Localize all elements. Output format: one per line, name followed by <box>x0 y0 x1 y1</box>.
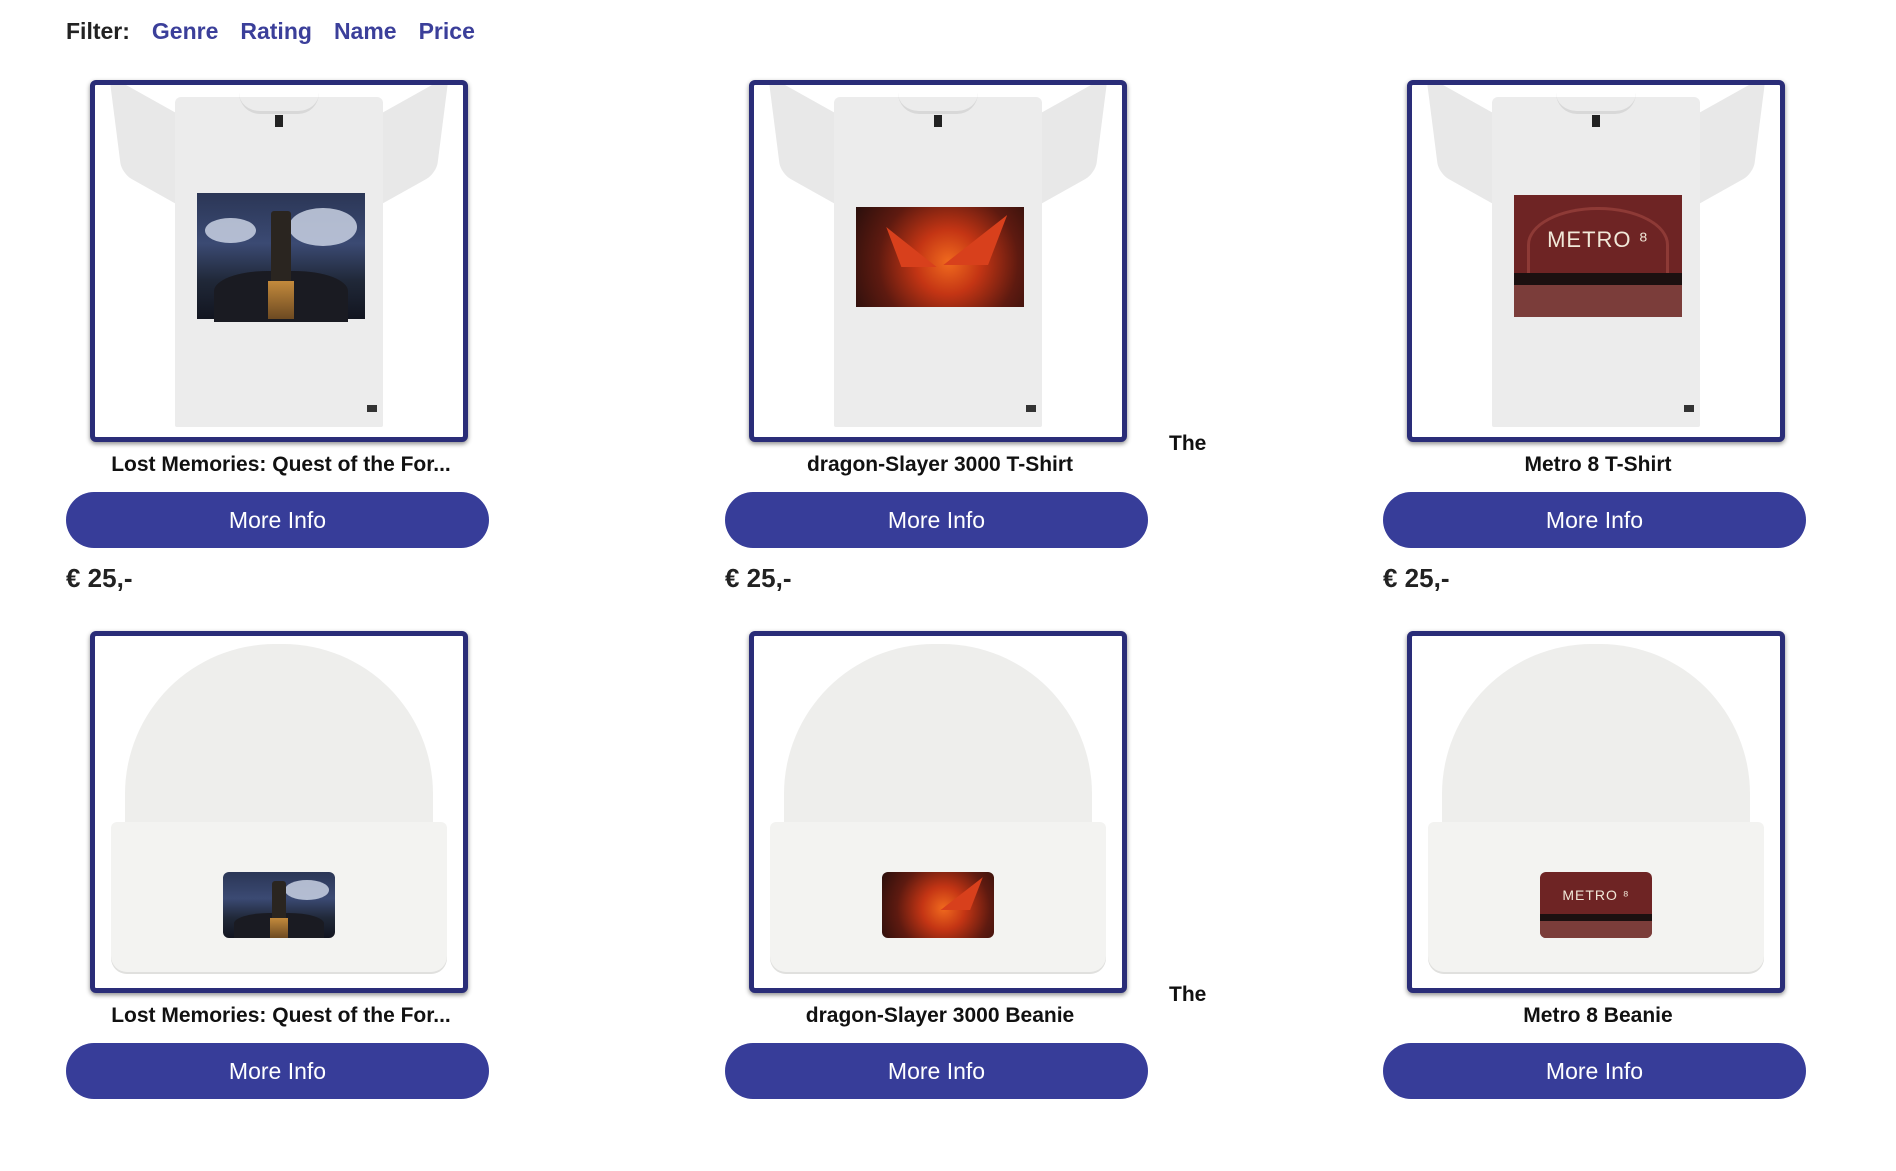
more-info-button[interactable]: More Info <box>66 492 489 548</box>
metro-artwork: METRO ⁸ <box>1540 872 1652 938</box>
product-card: Lost Memories: Quest of the For... More … <box>66 631 626 1171</box>
product-price: € 25,- <box>66 563 133 593</box>
product-card: The dragon-Slayer 3000 T-Shirt More Info… <box>725 80 1285 620</box>
product-title[interactable]: dragon-Slayer 3000 T-Shirt <box>725 453 1155 477</box>
more-info-button[interactable]: More Info <box>725 1043 1148 1099</box>
product-title[interactable]: Metro 8 Beanie <box>1383 1004 1813 1028</box>
filter-rating-link[interactable]: Rating <box>240 18 312 45</box>
more-info-button[interactable]: More Info <box>1383 492 1806 548</box>
more-info-button[interactable]: More Info <box>725 492 1148 548</box>
product-image-frame[interactable] <box>90 80 468 442</box>
product-image-frame[interactable] <box>749 80 1127 442</box>
product-title[interactable]: dragon-Slayer 3000 Beanie <box>725 1004 1155 1028</box>
tshirt-image <box>95 85 463 437</box>
product-image-frame[interactable] <box>749 631 1127 993</box>
product-title[interactable]: Lost Memories: Quest of the For... <box>66 1004 496 1028</box>
dragon-artwork <box>856 207 1024 307</box>
dragon-artwork <box>882 872 994 938</box>
filter-name-link[interactable]: Name <box>334 18 397 45</box>
metro-logo: METRO ⁸ <box>1547 226 1649 252</box>
metro-artwork: METRO ⁸ <box>1514 195 1682 317</box>
tower-artwork <box>197 193 365 322</box>
product-image-frame[interactable]: METRO ⁸ <box>1407 631 1785 993</box>
product-price: € 25,- <box>725 563 792 593</box>
product-price: € 25,- <box>1383 563 1450 593</box>
filter-bar: Filter: Genre Rating Name Price <box>66 18 475 45</box>
product-card: Lost Memories: Quest of the For... More … <box>66 80 626 620</box>
tshirt-image: METRO ⁸ <box>1412 85 1780 437</box>
product-title-prefix: The <box>1169 983 1207 1006</box>
product-image-frame[interactable]: METRO ⁸ <box>1407 80 1785 442</box>
more-info-button[interactable]: More Info <box>66 1043 489 1099</box>
more-info-button[interactable]: More Info <box>1383 1043 1806 1099</box>
filter-price-link[interactable]: Price <box>419 18 475 45</box>
product-card: The dragon-Slayer 3000 Beanie More Info <box>725 631 1285 1171</box>
product-title[interactable]: Metro 8 T-Shirt <box>1383 453 1813 477</box>
product-title[interactable]: Lost Memories: Quest of the For... <box>66 453 496 477</box>
product-title-prefix: The <box>1169 432 1207 455</box>
product-image-frame[interactable] <box>90 631 468 993</box>
filter-label: Filter: <box>66 18 130 44</box>
metro-logo: METRO ⁸ <box>1562 886 1630 903</box>
product-card: METRO ⁸ Metro 8 Beanie More Info <box>1383 631 1896 1171</box>
tower-artwork <box>223 872 335 938</box>
product-card: METRO ⁸ Metro 8 T-Shirt More Info € 25,- <box>1383 80 1896 620</box>
tshirt-image <box>754 85 1122 437</box>
filter-genre-link[interactable]: Genre <box>152 18 218 45</box>
